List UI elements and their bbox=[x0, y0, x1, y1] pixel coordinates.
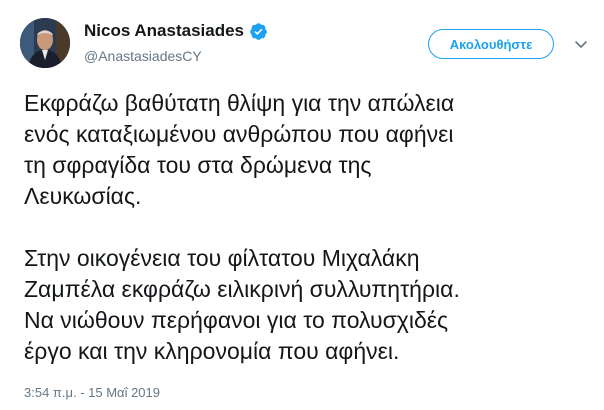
chevron-down-icon[interactable] bbox=[573, 36, 589, 52]
display-name[interactable]: Nicos Anastasiades bbox=[84, 20, 244, 42]
user-handle[interactable]: @AnastasiadesCY bbox=[84, 47, 202, 65]
name-row: Nicos Anastasiades bbox=[84, 20, 268, 42]
follow-button[interactable]: Ακολουθήστε bbox=[428, 29, 554, 59]
tweet-text: Εκφράζω βαθύτατη θλίψη για την απώλεια ε… bbox=[24, 90, 460, 364]
verified-badge-icon bbox=[250, 22, 267, 40]
tweet-card: Nicos Anastasiades @AnastasiadesCY Ακολο… bbox=[0, 0, 604, 410]
profile-photo-icon bbox=[20, 18, 70, 68]
avatar[interactable] bbox=[20, 18, 70, 68]
tweet-timestamp[interactable]: 3:54 π.μ. - 15 Μαΐ 2019 bbox=[24, 385, 160, 401]
